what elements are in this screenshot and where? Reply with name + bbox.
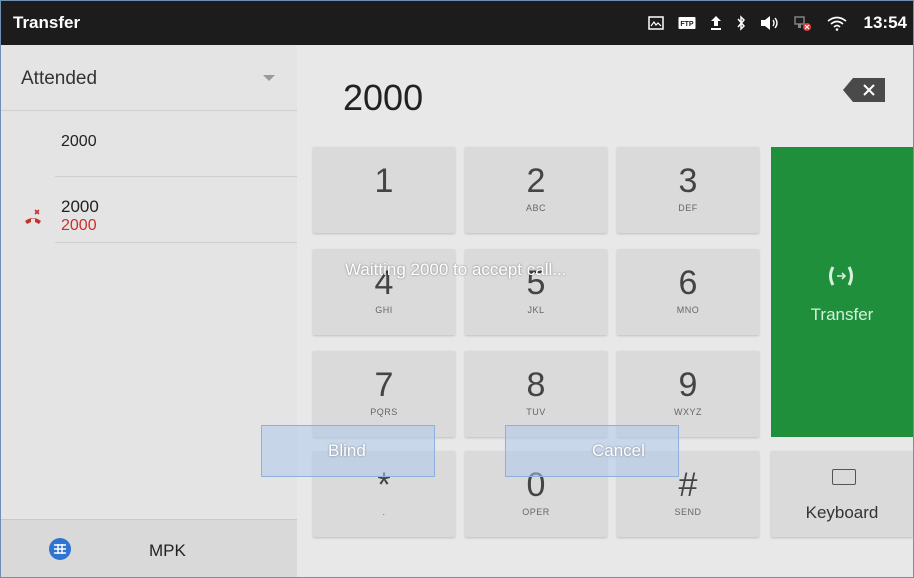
key-digit: 1 — [374, 162, 394, 200]
call-transfer-icon — [827, 265, 855, 293]
screenshot-icon — [647, 16, 664, 30]
key-digit: 2 — [526, 162, 546, 200]
network-icon — [793, 15, 812, 31]
key-letters: DEF — [678, 203, 698, 213]
keyboard-label: Keyboard — [805, 503, 879, 522]
key-letters: SEND — [674, 507, 702, 517]
key-letters: . — [382, 507, 386, 517]
transfer-screen: Transfer FTP 13:54 Attended 2000 2000 20… — [0, 0, 914, 578]
mpk-grid-icon — [49, 538, 71, 560]
cancel-label: Cancel — [592, 441, 645, 460]
transfer-button[interactable]: Transfer — [771, 147, 913, 437]
key-digit: 9 — [678, 366, 698, 404]
backspace-icon[interactable] — [843, 78, 885, 102]
svg-text:FTP: FTP — [680, 21, 694, 28]
transfer-sidebar: Attended 2000 2000 2000 MPK — [1, 45, 297, 577]
dial-key-2[interactable]: 2 ABC — [465, 147, 607, 233]
key-digit: 8 — [526, 366, 546, 404]
waiting-message: Waitting 2000 to accept call... — [345, 260, 567, 279]
transfer-mode-dropdown[interactable]: Attended — [1, 45, 297, 111]
key-letters: PQRS — [370, 407, 398, 417]
clock: 13:54 — [863, 13, 907, 32]
transfer-label: Transfer — [810, 305, 874, 324]
upload-icon — [710, 15, 722, 31]
dial-key-6[interactable]: 6 MNO — [617, 249, 759, 335]
wifi-icon — [826, 15, 848, 31]
bluetooth-icon — [736, 15, 746, 31]
target-number: 2000 — [61, 133, 97, 150]
cancel-button[interactable]: Cancel — [505, 425, 679, 477]
call-contact-name: 2000 — [61, 197, 99, 216]
key-letters: WXYZ — [674, 407, 702, 417]
target-number-row[interactable]: 2000 — [1, 111, 297, 177]
screen-title: Transfer — [13, 13, 81, 32]
key-letters: JKL — [527, 305, 545, 315]
transfer-mode-label: Attended — [21, 68, 98, 89]
key-letters: TUV — [526, 407, 546, 417]
key-letters: ABC — [525, 203, 546, 213]
dial-key-1[interactable]: 1 — [313, 147, 455, 233]
key-digit: 7 — [374, 366, 394, 404]
chevron-down-icon — [263, 75, 275, 81]
ftp-icon: FTP — [678, 16, 696, 30]
key-digit: 6 — [678, 264, 698, 302]
missed-call-icon — [23, 207, 43, 227]
volume-icon — [760, 15, 780, 31]
blind-label: Blind — [328, 441, 366, 460]
keyboard-button[interactable]: Keyboard — [771, 451, 913, 537]
keyboard-icon — [832, 469, 856, 485]
mpk-bar[interactable]: MPK — [1, 519, 297, 577]
key-letters: OPER — [522, 507, 550, 517]
key-letters: MNO — [676, 305, 700, 315]
blind-transfer-button[interactable]: Blind — [261, 425, 435, 477]
dialed-number: 2000 — [343, 77, 424, 118]
mpk-label: MPK — [149, 541, 186, 560]
call-contact-number: 2000 — [61, 217, 97, 234]
key-digit: 3 — [678, 162, 698, 200]
status-icons: FTP 13:54 — [647, 11, 907, 35]
dial-key-3[interactable]: 3 DEF — [617, 147, 759, 233]
call-history-item[interactable]: 2000 2000 — [1, 177, 297, 243]
key-letters: GHI — [375, 305, 393, 315]
dialer-area: 2000 1 2 ABC 3 DEF 4 GHI 5 JKL 6 MNO 7 P… — [297, 45, 913, 577]
status-bar: Transfer FTP 13:54 — [1, 1, 913, 45]
divider — [55, 242, 297, 243]
